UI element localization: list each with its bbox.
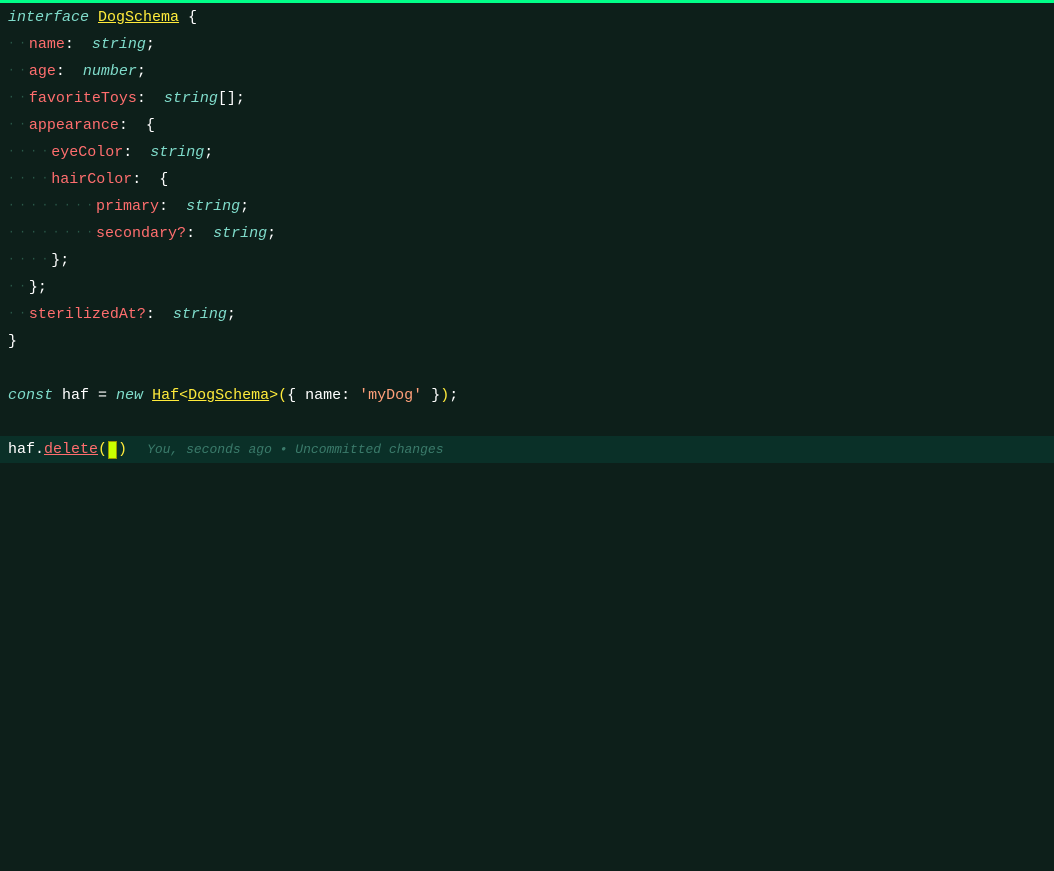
semicolon: ; xyxy=(137,58,146,85)
semicolon: ; xyxy=(204,139,213,166)
code-line-3: · ·age: number; xyxy=(0,58,1054,85)
semicolon: ; xyxy=(227,301,236,328)
indent-dots: · · · · · · · · xyxy=(8,220,92,247)
indent-dots: · · · · xyxy=(8,247,47,274)
semicolon: ; xyxy=(267,220,276,247)
code-line-6: · · · ·eyeColor: string; xyxy=(0,139,1054,166)
prop-appearance: appearance xyxy=(29,112,119,139)
semicolon: ; xyxy=(449,382,458,409)
type-string: string xyxy=(164,85,218,112)
paren-open: ( xyxy=(98,436,107,463)
text-cursor xyxy=(108,441,117,459)
colon: : xyxy=(137,85,164,112)
code-line-10: · · · ·}; xyxy=(0,247,1054,274)
colon: : xyxy=(119,112,146,139)
colon: : xyxy=(186,220,213,247)
type-string: string xyxy=(150,139,204,166)
paren-close: ) xyxy=(118,436,127,463)
brace-open: { xyxy=(159,166,168,193)
obj-open: { xyxy=(287,382,296,409)
method-delete: delete xyxy=(44,436,98,463)
type-string: string xyxy=(92,31,146,58)
brace-open: { xyxy=(146,112,155,139)
git-blame: You, seconds ago • Uncommitted changes xyxy=(147,436,443,463)
code-line-8: · · · · · · · ·primary: string; xyxy=(0,193,1054,220)
brace-close: } xyxy=(8,328,17,355)
code-line-15: const haf = new Haf<DogSchema>({ name: '… xyxy=(0,382,1054,409)
code-line-12: · ·sterilizedAt?: string; xyxy=(0,301,1054,328)
prop-haircolor: hairColor xyxy=(51,166,132,193)
code-line-2: · ·name: string; xyxy=(0,31,1054,58)
colon: : xyxy=(159,193,186,220)
code-line-9: · · · · · · · ·secondary?: string; xyxy=(0,220,1054,247)
indent-dots: · · xyxy=(8,85,25,112)
indent-dots: · · xyxy=(8,112,25,139)
colon: : xyxy=(132,166,159,193)
generic-open: < xyxy=(179,382,188,409)
code-line-17[interactable]: haf.delete() You, seconds ago • Uncommitt… xyxy=(0,436,1054,463)
type-string: string xyxy=(213,220,267,247)
class-haf: Haf xyxy=(152,382,179,409)
colon: : xyxy=(146,301,173,328)
code-line-11: · ·}; xyxy=(0,274,1054,301)
indent-dots: · · xyxy=(8,274,25,301)
prop-sterilizedat: sterilizedAt xyxy=(29,301,137,328)
type-dogschema: DogSchema xyxy=(98,4,179,31)
code-line-4: · ·favoriteToys: string[]; xyxy=(0,85,1054,112)
brace-open: { xyxy=(179,4,197,31)
optional-mark: ? xyxy=(137,301,146,328)
obj-name-label: name: xyxy=(296,382,359,409)
code-line-13: } xyxy=(0,328,1054,355)
indent-dots: · · · · · · · · xyxy=(8,193,92,220)
code-content[interactable]: interface DogSchema { · ·name: string; ·… xyxy=(0,0,1054,467)
indent-dots: · · · · xyxy=(8,139,47,166)
keyword-interface: interface xyxy=(8,4,98,31)
colon: : xyxy=(123,139,150,166)
operator-equals: = xyxy=(98,382,116,409)
indent-dots: · · xyxy=(8,301,25,328)
paren-open: ( xyxy=(278,382,287,409)
var-haf-ref: haf. xyxy=(8,436,44,463)
var-haf: haf xyxy=(62,382,98,409)
type-string: string xyxy=(186,193,240,220)
code-editor: interface DogSchema { · ·name: string; ·… xyxy=(0,0,1054,871)
prop-primary: primary xyxy=(96,193,159,220)
colon: : xyxy=(65,31,92,58)
type-string: string xyxy=(173,301,227,328)
code-line-7: · · · ·hairColor: { xyxy=(0,166,1054,193)
semicolon: ; xyxy=(236,85,245,112)
optional-mark: ? xyxy=(177,220,186,247)
semicolon: ; xyxy=(240,193,249,220)
generic-close: > xyxy=(269,382,278,409)
prop-secondary: secondary xyxy=(96,220,177,247)
code-line-16 xyxy=(0,409,1054,436)
colon: : xyxy=(56,58,83,85)
obj-close: } xyxy=(422,382,440,409)
keyword-const: const xyxy=(8,382,62,409)
code-line-1: interface DogSchema { xyxy=(0,4,1054,31)
indent-dots: · · · · xyxy=(8,166,47,193)
prop-eyecolor: eyeColor xyxy=(51,139,123,166)
brace-close: }; xyxy=(29,274,47,301)
prop-age: age xyxy=(29,58,56,85)
indent-dots: · · xyxy=(8,31,25,58)
code-line-5: · ·appearance: { xyxy=(0,112,1054,139)
type-dogschema-ref: DogSchema xyxy=(188,382,269,409)
keyword-new: new xyxy=(116,382,152,409)
array-brackets: [] xyxy=(218,85,236,112)
string-mydog: 'myDog' xyxy=(359,382,422,409)
semicolon: ; xyxy=(146,31,155,58)
prop-name: name xyxy=(29,31,65,58)
paren-close: ) xyxy=(440,382,449,409)
type-number: number xyxy=(83,58,137,85)
brace-close: }; xyxy=(51,247,69,274)
indent-dots: · · xyxy=(8,58,25,85)
code-line-14 xyxy=(0,355,1054,382)
prop-favoritetoys: favoriteToys xyxy=(29,85,137,112)
